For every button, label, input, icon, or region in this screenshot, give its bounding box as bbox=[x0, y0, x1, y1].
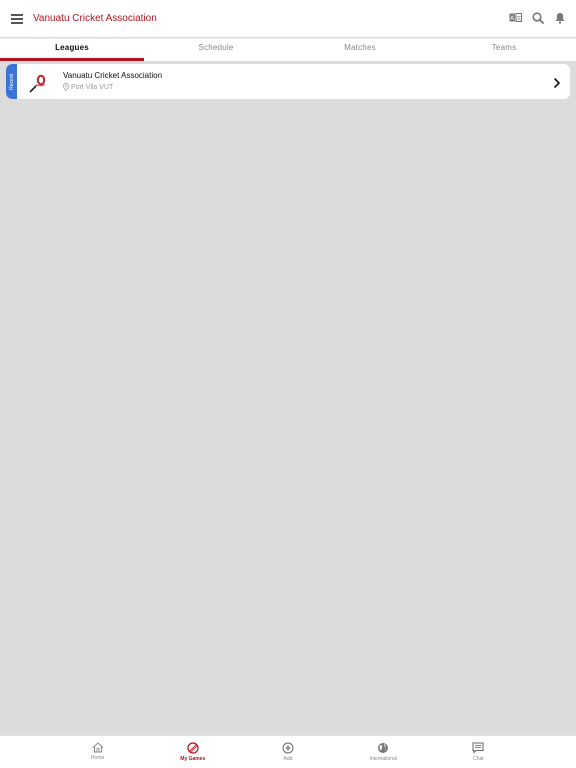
nav-chat-label: Chat bbox=[473, 756, 484, 762]
home-icon bbox=[92, 742, 103, 753]
nav-add[interactable]: Add bbox=[240, 736, 335, 768]
tab-schedule[interactable]: Schedule bbox=[144, 39, 288, 61]
app-bar: Vanuatu Cricket Association A文 bbox=[0, 0, 576, 37]
search-icon[interactable] bbox=[531, 11, 544, 24]
nav-chat[interactable]: Chat bbox=[431, 736, 526, 768]
nav-add-label: Add bbox=[283, 756, 293, 762]
tab-bar: Leagues Schedule Matches Teams bbox=[0, 38, 576, 61]
nav-international-label: International bbox=[369, 756, 397, 762]
bottom-nav: Home My Games Add International Chat bbox=[0, 735, 576, 768]
cricket-ball-icon bbox=[187, 742, 199, 754]
nav-my-games-label: My Games bbox=[180, 756, 206, 762]
league-location: Port Vila VUT bbox=[63, 83, 113, 91]
hamburger-menu-icon[interactable] bbox=[11, 14, 23, 24]
tab-leagues[interactable]: Leagues bbox=[0, 39, 144, 61]
bell-icon[interactable] bbox=[553, 11, 566, 24]
league-name: Vanuatu Cricket Association bbox=[63, 71, 163, 80]
recent-badge-label: Recent bbox=[8, 73, 15, 90]
nav-home-label: Home bbox=[90, 755, 105, 761]
svg-text:文: 文 bbox=[516, 15, 521, 22]
league-location-text: Port Vila VUT bbox=[71, 83, 114, 91]
page-title: Vanuatu Cricket Association bbox=[33, 13, 157, 24]
location-pin-icon bbox=[63, 83, 69, 91]
translate-icon[interactable]: A文 bbox=[509, 11, 522, 24]
league-card[interactable]: Recent Vanuatu Cricket Association Port … bbox=[6, 64, 570, 99]
tab-matches[interactable]: Matches bbox=[288, 39, 432, 61]
recent-badge: Recent bbox=[6, 64, 17, 99]
globe-icon bbox=[378, 743, 389, 753]
nav-international[interactable]: International bbox=[336, 736, 431, 768]
chevron-right-icon[interactable] bbox=[554, 75, 560, 93]
league-logo bbox=[28, 72, 50, 94]
nav-my-games[interactable]: My Games bbox=[145, 736, 240, 768]
nav-home[interactable]: Home bbox=[50, 736, 145, 768]
tab-teams[interactable]: Teams bbox=[432, 39, 576, 61]
plus-circle-icon bbox=[282, 742, 294, 754]
chat-icon bbox=[472, 742, 484, 754]
